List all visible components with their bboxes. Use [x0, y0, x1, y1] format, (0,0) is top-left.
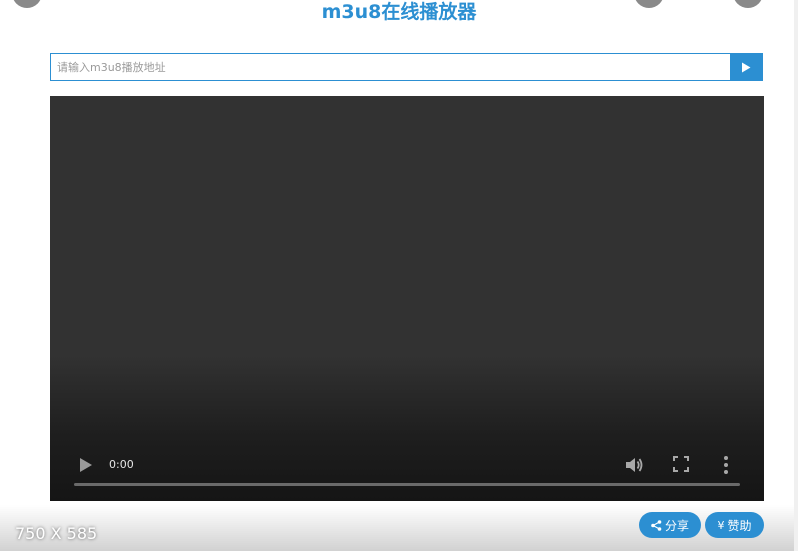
share-label: 分享 [664, 518, 689, 533]
more-vert-icon [724, 456, 728, 474]
right-edge [794, 0, 798, 551]
size-label: 750 X 585 [15, 524, 98, 543]
page-title: m3u8在线播放器 [321, 1, 477, 23]
video-controls: 0:00 [50, 441, 764, 501]
share-button[interactable]: 分享 [639, 512, 701, 538]
progress-bar[interactable] [74, 483, 740, 486]
volume-button[interactable] [624, 455, 644, 475]
play-button[interactable] [79, 457, 93, 473]
play-icon [80, 458, 92, 472]
volume-icon [626, 458, 643, 472]
current-time: 0:00 [109, 458, 134, 471]
more-options-button[interactable] [723, 455, 729, 475]
url-input[interactable] [51, 54, 730, 80]
play-url-button[interactable] [730, 54, 762, 80]
fullscreen-icon [673, 456, 689, 472]
yen-icon: ¥ [717, 518, 725, 532]
play-triangle-icon [742, 62, 751, 72]
url-bar [50, 53, 763, 81]
donate-button[interactable]: ¥ 赞助 [705, 512, 764, 538]
fullscreen-button[interactable] [673, 456, 689, 472]
donate-label: 赞助 [727, 518, 752, 533]
page: m3u8在线播放器 0:00 [0, 0, 798, 551]
video-player[interactable]: 0:00 [50, 96, 764, 501]
share-icon [651, 519, 662, 531]
